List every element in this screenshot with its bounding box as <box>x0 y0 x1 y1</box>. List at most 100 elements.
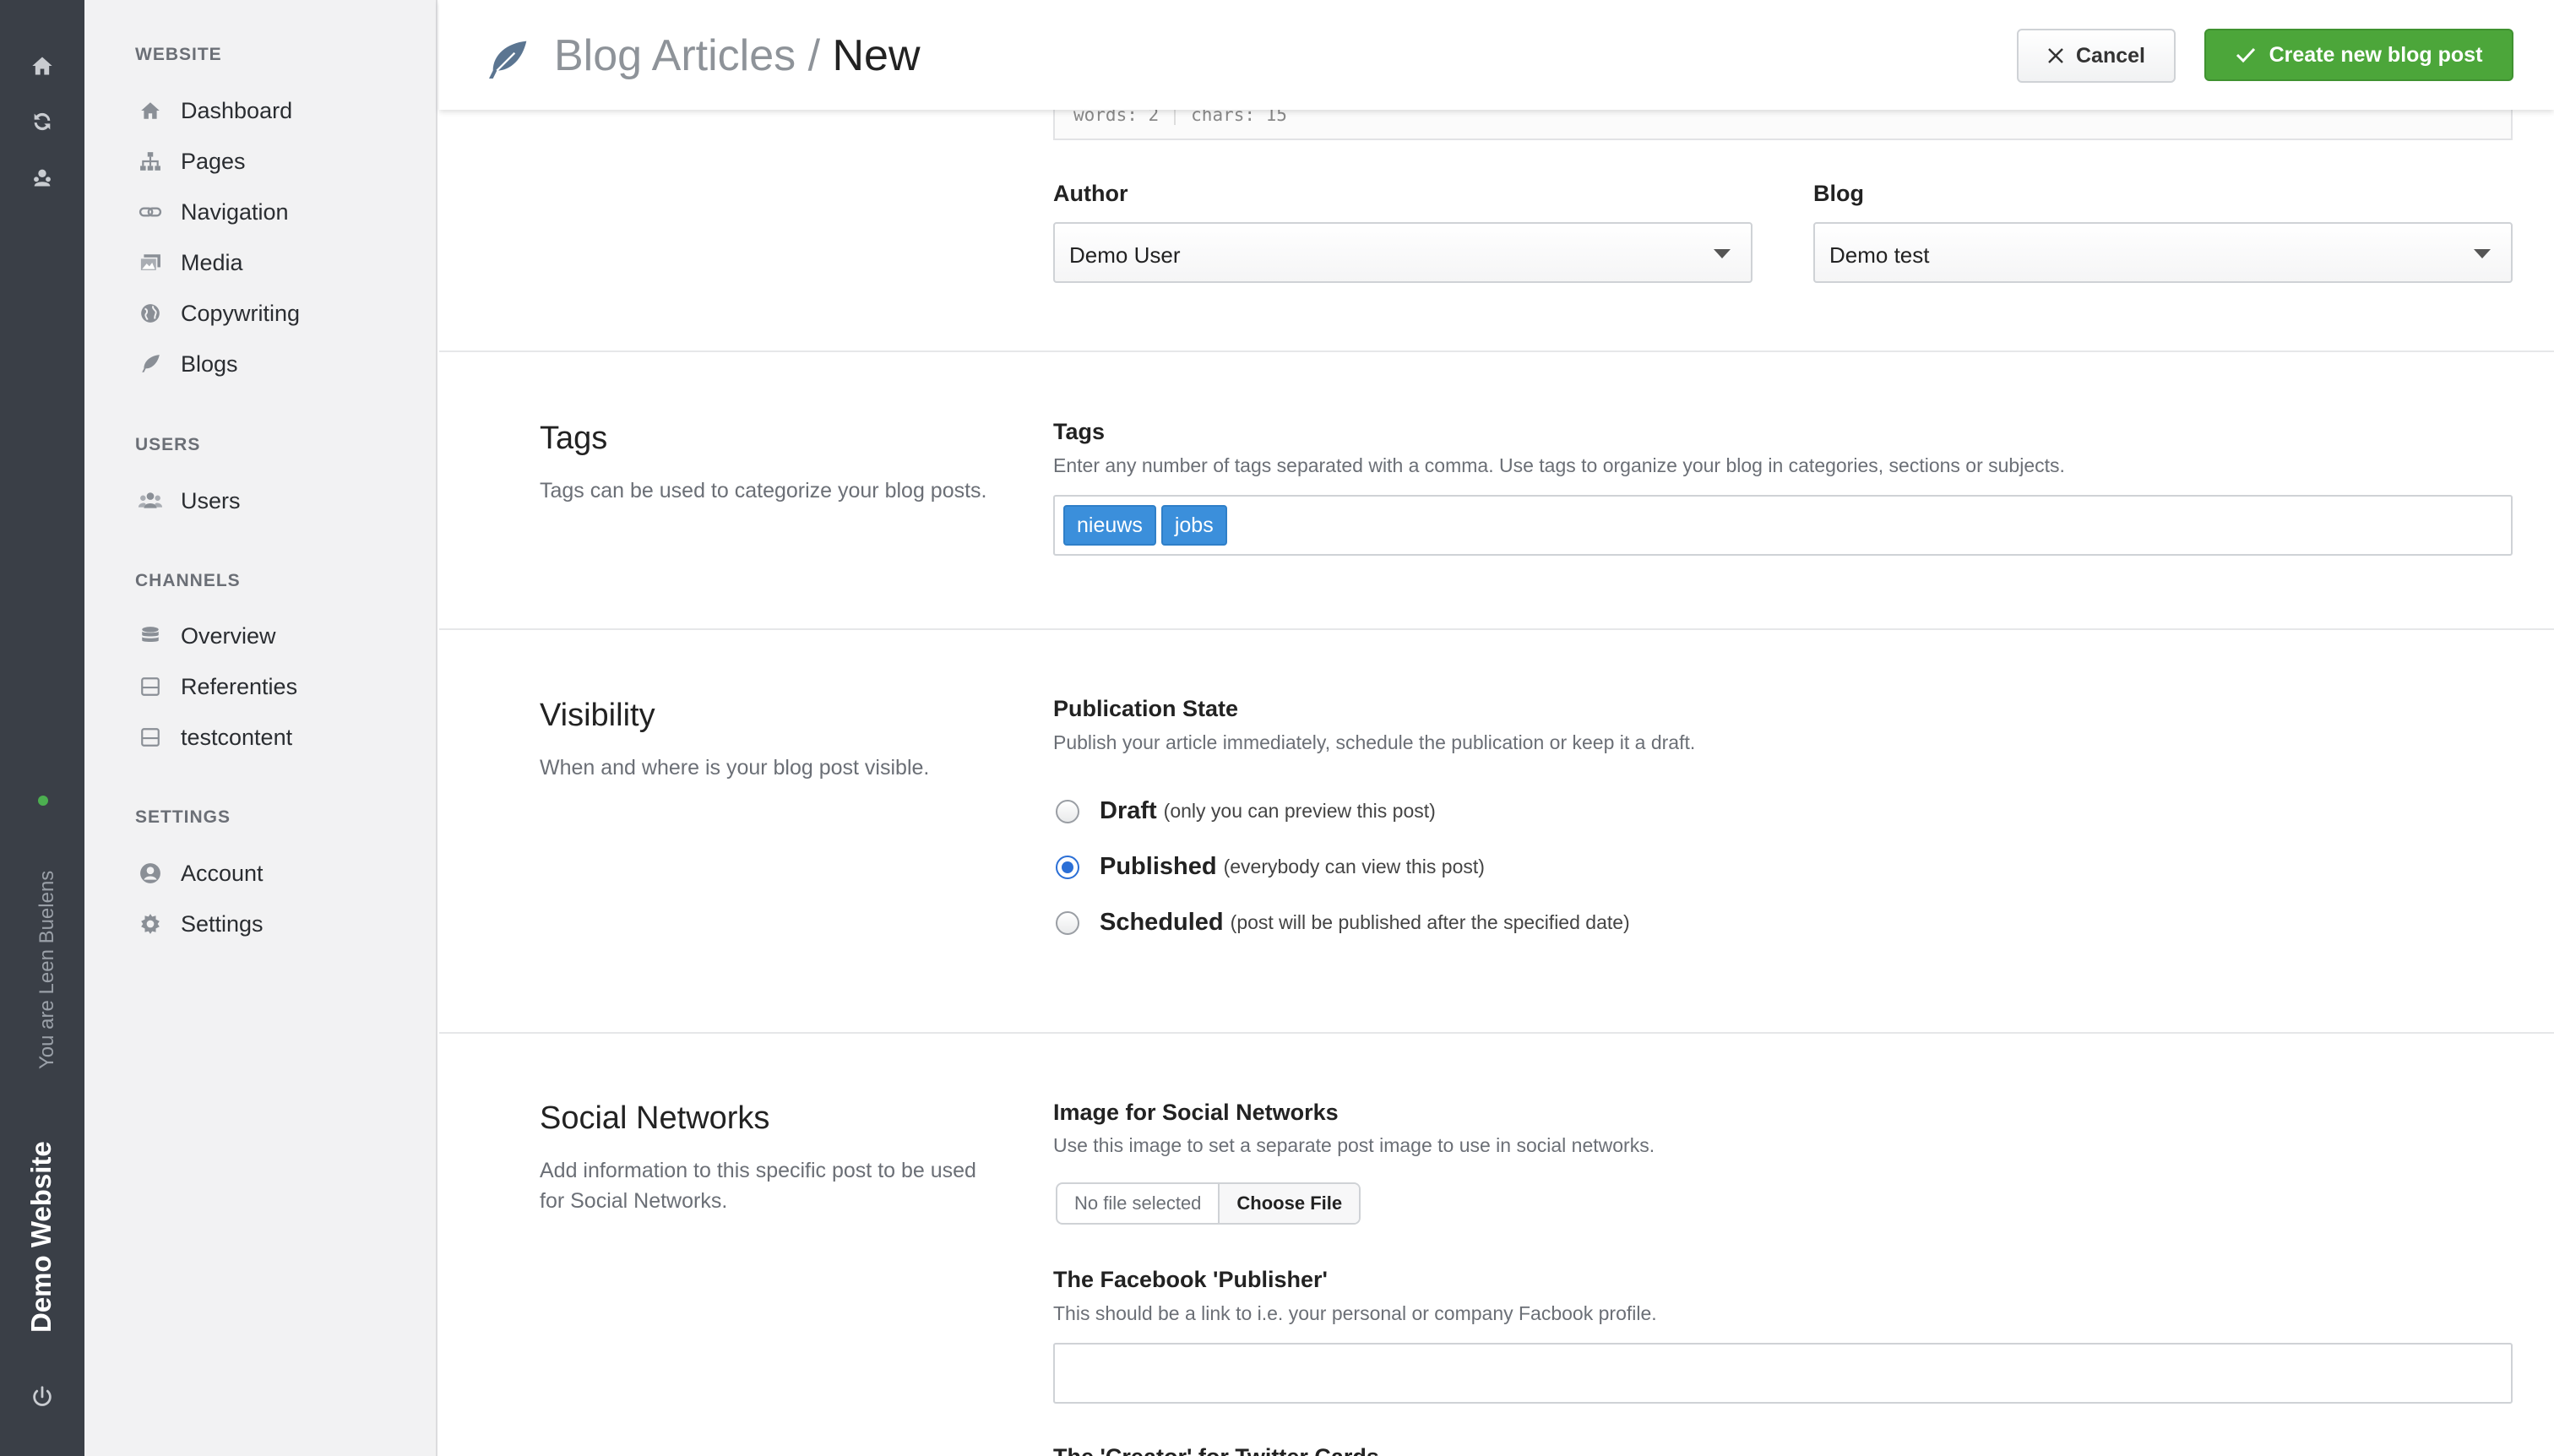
support-icon[interactable] <box>25 160 59 194</box>
sidebar: WEBSITE Dashboard Pages Navigation Media… <box>84 0 437 1456</box>
blog-select-value: Demo test <box>1829 242 1930 268</box>
sidebar-item-dashboard[interactable]: Dashboard <box>135 92 292 129</box>
feather-icon <box>489 41 527 79</box>
social-image-file-input[interactable]: No file selected Choose File <box>1056 1182 1361 1225</box>
choose-file-button[interactable]: Choose File <box>1218 1184 1360 1223</box>
link-icon <box>135 197 166 227</box>
radio-option-scheduled[interactable]: Scheduled (post will be published after … <box>1056 909 1630 937</box>
sidebar-item-label: Blogs <box>181 350 238 377</box>
current-user-label: You are Leen Buelens <box>35 870 58 1069</box>
publication-state-label: Publication State <box>1053 696 1239 721</box>
chevron-down-icon <box>2474 249 2491 258</box>
breadcrumb-parent[interactable]: Blog Articles <box>554 31 796 80</box>
checkmark-icon <box>2236 47 2255 63</box>
sidebar-item-overview[interactable]: Overview <box>135 617 276 655</box>
section-divider <box>439 1032 2554 1034</box>
radio-label: Scheduled <box>1100 909 1224 936</box>
database-icon <box>135 621 166 651</box>
sidebar-item-users[interactable]: Users <box>135 482 241 519</box>
sidebar-item-blogs[interactable]: Blogs <box>135 345 238 383</box>
home-icon <box>135 95 166 126</box>
facebook-publisher-label: The Facebook 'Publisher' <box>1053 1267 1328 1292</box>
box-icon <box>135 671 166 702</box>
sitemap-icon <box>135 146 166 177</box>
breadcrumb-separator: / <box>807 31 821 80</box>
sidebar-section-channels: CHANNELS <box>135 571 241 590</box>
sidebar-item-label: Referenties <box>181 673 298 699</box>
social-image-help: Use this image to set a separate post im… <box>1053 1134 1655 1156</box>
radio-label: Draft <box>1100 797 1157 824</box>
publication-state-help: Publish your article immediately, schedu… <box>1053 731 1696 753</box>
feather-icon <box>135 349 166 379</box>
social-section-description: Add information to this specific post to… <box>540 1159 976 1213</box>
sidebar-item-label: Navigation <box>181 198 289 225</box>
page-title: New <box>832 31 921 80</box>
author-select[interactable]: Demo User <box>1053 222 1752 283</box>
breadcrumb: Blog Articles / New <box>554 30 921 81</box>
sidebar-section-website: WEBSITE <box>135 45 222 64</box>
create-button-label: Create new blog post <box>2269 42 2483 67</box>
page-header: Blog Articles / New Cancel Create new bl… <box>439 0 2554 110</box>
blog-select[interactable]: Demo test <box>1813 222 2513 283</box>
tag-chip[interactable]: nieuws <box>1063 505 1156 546</box>
sidebar-item-testcontent[interactable]: testcontent <box>135 719 292 756</box>
twitter-creator-label: The 'Creator' for Twitter Cards <box>1053 1444 1379 1456</box>
facebook-publisher-help: This should be a link to i.e. your perso… <box>1053 1302 1657 1324</box>
author-select-value: Demo User <box>1069 242 1181 268</box>
sidebar-item-label: Users <box>181 487 241 513</box>
radio-note: (everybody can view this post) <box>1223 856 1485 877</box>
sidebar-item-account[interactable]: Account <box>135 855 264 892</box>
power-icon[interactable] <box>25 1380 59 1414</box>
radio-option-published[interactable]: Published (everybody can view this post) <box>1056 853 1485 881</box>
radio-label: Published <box>1100 853 1217 880</box>
tags-section-title: Tags <box>540 421 608 456</box>
gear-icon <box>135 909 166 939</box>
refresh-icon[interactable] <box>25 105 59 139</box>
sidebar-item-pages[interactable]: Pages <box>135 143 246 180</box>
sidebar-item-label: Copywriting <box>181 300 301 326</box>
sidebar-item-referenties[interactable]: Referenties <box>135 668 297 705</box>
facebook-publisher-input[interactable] <box>1053 1343 2513 1404</box>
file-status: No file selected <box>1074 1193 1202 1214</box>
app-rail: You are Leen Buelens Demo Website <box>0 0 84 1456</box>
cancel-button-label: Cancel <box>2076 43 2145 68</box>
visibility-section-title: Visibility <box>540 698 655 733</box>
site-name[interactable]: Demo Website <box>25 1141 57 1333</box>
visibility-section-description: When and where is your blog post visible… <box>540 756 930 780</box>
sidebar-item-label: Media <box>181 249 243 275</box>
images-icon <box>135 247 166 278</box>
section-divider <box>439 628 2554 630</box>
sidebar-section-settings: SETTINGS <box>135 807 231 827</box>
section-divider <box>439 350 2554 352</box>
radio-option-draft[interactable]: Draft (only you can preview this post) <box>1056 797 1436 825</box>
sidebar-item-label: Account <box>181 860 264 886</box>
tag-chip[interactable]: jobs <box>1160 505 1227 546</box>
sidebar-item-label: Overview <box>181 622 276 649</box>
create-blog-post-button[interactable]: Create new blog post <box>2204 29 2513 81</box>
published-radio[interactable] <box>1056 855 1079 879</box>
tags-section-description: Tags can be used to categorize your blog… <box>540 479 987 503</box>
tags-help: Enter any number of tags separated with … <box>1053 454 2065 476</box>
sidebar-item-settings[interactable]: Settings <box>135 905 264 943</box>
radio-note: (post will be published after the specif… <box>1230 911 1630 933</box>
sidebar-item-navigation[interactable]: Navigation <box>135 193 289 231</box>
sidebar-item-copywriting[interactable]: Copywriting <box>135 295 300 332</box>
sidebar-item-label: Dashboard <box>181 97 293 123</box>
chevron-down-icon <box>1714 249 1731 258</box>
user-circle-icon <box>135 858 166 888</box>
social-image-label: Image for Social Networks <box>1053 1100 1339 1125</box>
users-icon <box>135 486 166 516</box>
author-label: Author <box>1053 181 1128 206</box>
blog-label: Blog <box>1813 181 1864 206</box>
radio-note: (only you can preview this post) <box>1163 800 1436 822</box>
sidebar-item-media[interactable]: Media <box>135 244 243 281</box>
sidebar-item-label: testcontent <box>181 724 293 750</box>
sidebar-item-label: Pages <box>181 148 246 174</box>
scheduled-radio[interactable] <box>1056 910 1079 935</box>
status-online-indicator <box>38 796 48 806</box>
sidebar-item-label: Settings <box>181 910 264 937</box>
draft-radio[interactable] <box>1056 799 1079 823</box>
cancel-button[interactable]: Cancel <box>2017 29 2176 83</box>
tags-input[interactable]: nieuws jobs <box>1053 495 2513 556</box>
home-icon[interactable] <box>25 49 59 83</box>
